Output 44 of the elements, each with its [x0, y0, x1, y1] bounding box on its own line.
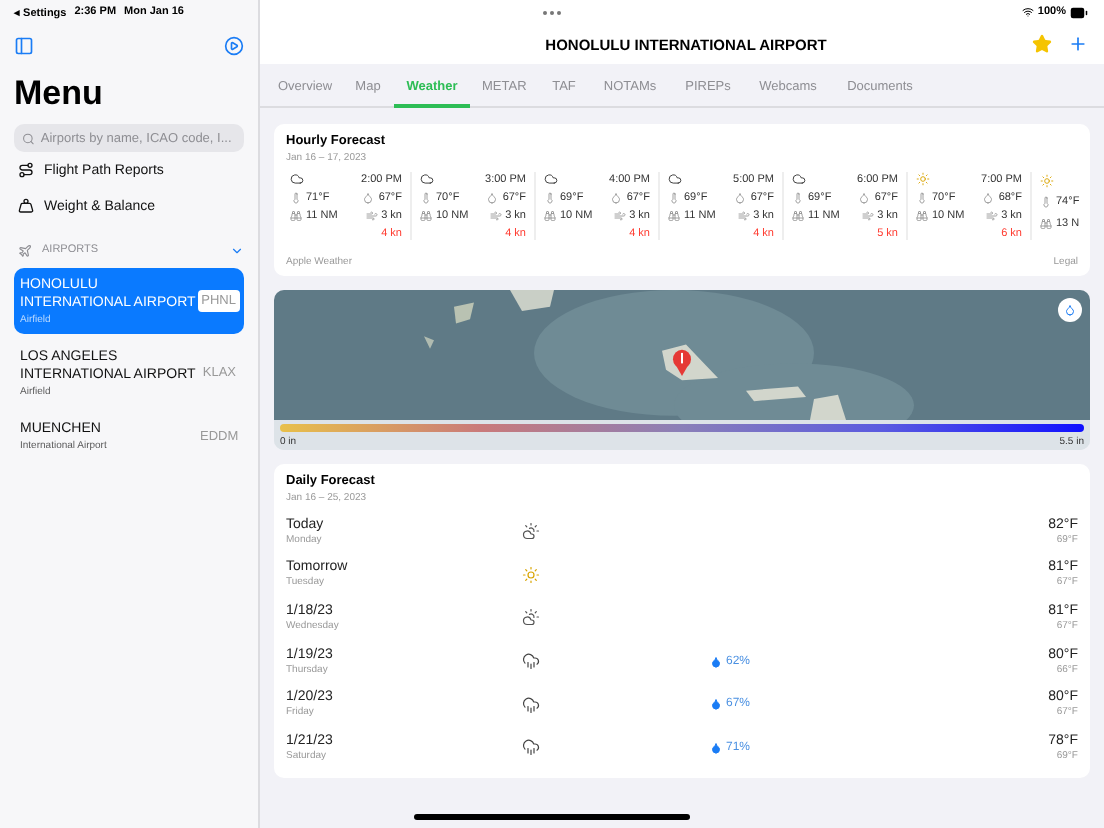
thermometer-icon	[792, 192, 804, 204]
binoculars-icon	[544, 210, 556, 222]
thermometer-icon	[668, 192, 680, 204]
droplet-icon	[734, 192, 747, 204]
wind-icon	[861, 210, 874, 222]
wind-icon	[365, 210, 378, 222]
droplet-icon	[362, 192, 375, 204]
thermometer-icon	[916, 192, 928, 204]
droplet-icon	[1064, 304, 1076, 316]
thermometer-icon	[290, 192, 302, 204]
wind-icon	[985, 210, 998, 222]
droplet-icon	[710, 698, 722, 711]
binoculars-icon	[290, 210, 302, 222]
droplet-icon	[610, 192, 623, 204]
wifi-icon	[1021, 6, 1034, 18]
binoculars-icon	[420, 210, 432, 222]
wind-icon	[613, 210, 626, 222]
droplet-icon	[710, 655, 722, 668]
binoculars-icon	[1040, 217, 1052, 230]
menu-title: Menu	[14, 74, 105, 114]
wind-icon	[737, 210, 750, 222]
play-icon[interactable]	[224, 35, 244, 55]
add-icon[interactable]	[1068, 34, 1088, 54]
thermometer-icon	[1040, 196, 1052, 209]
weight-icon	[18, 198, 34, 214]
plane-icon	[18, 243, 32, 257]
binoculars-icon	[916, 210, 928, 222]
chevron-icon[interactable]	[230, 243, 244, 257]
multitask-dots-icon[interactable]	[542, 9, 562, 15]
map-pin-icon	[673, 349, 691, 376]
droplet-icon	[710, 741, 722, 754]
search-icon	[22, 131, 35, 145]
battery-icon	[1070, 3, 1088, 21]
droplet-icon	[858, 192, 871, 204]
wind-icon	[489, 210, 502, 222]
star-icon[interactable]	[1032, 34, 1052, 54]
sidebar-toggle-icon[interactable]	[14, 35, 34, 55]
droplet-icon	[486, 192, 499, 204]
thermometer-icon	[544, 192, 556, 204]
binoculars-icon	[668, 210, 680, 222]
droplet-icon	[982, 192, 995, 204]
route-icon	[18, 162, 34, 178]
thermometer-icon	[420, 192, 432, 204]
binoculars-icon	[792, 210, 804, 222]
